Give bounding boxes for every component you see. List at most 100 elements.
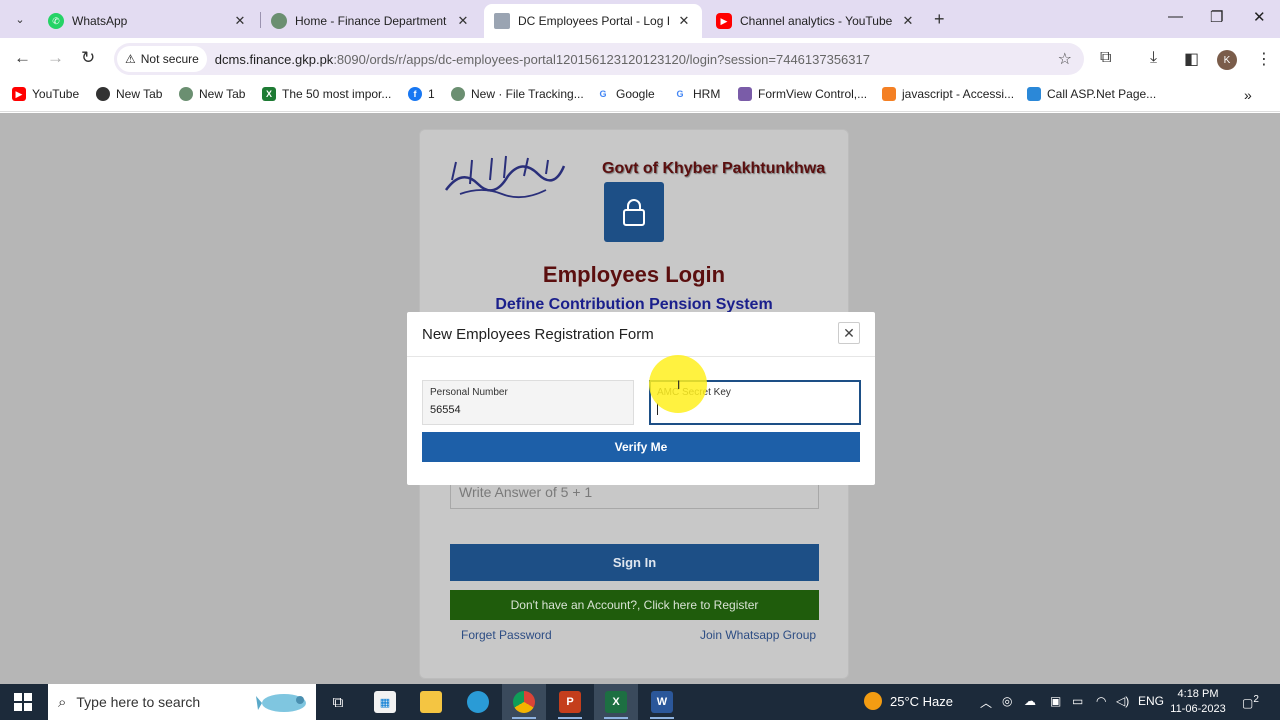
- meet-now-icon[interactable]: ◎: [1002, 694, 1012, 708]
- tab-whatsapp[interactable]: ✆ WhatsApp ✕: [38, 4, 258, 38]
- bookmark-hrm[interactable]: G HRM: [673, 87, 720, 101]
- lock-icon: [604, 182, 664, 242]
- sign-in-button[interactable]: Sign In: [450, 544, 819, 581]
- close-icon[interactable]: ✕: [232, 13, 248, 29]
- forward-arrow-icon[interactable]: →: [47, 48, 64, 68]
- bookmark-star-icon[interactable]: ☆: [1058, 49, 1072, 69]
- register-button[interactable]: Don't have an Account?, Click here to Re…: [450, 590, 819, 620]
- weather-text: 25°C Haze: [890, 693, 954, 709]
- restore-icon[interactable]: ❐: [1210, 8, 1223, 26]
- notification-count: 2: [1253, 694, 1259, 705]
- kp-govt-icon: [451, 87, 465, 101]
- security-chip[interactable]: ⚠ Not secure: [117, 46, 207, 72]
- weather-widget[interactable]: 25°C Haze: [864, 692, 953, 710]
- bookmark-label: FormView Control,...: [758, 87, 868, 101]
- facebook-icon: f: [408, 87, 422, 101]
- kp-govt-icon: [271, 13, 287, 29]
- bookmark-facebook[interactable]: f 1: [408, 87, 435, 101]
- bookmarks-bar: ▶ YouTube New Tab New Tab X The 50 most …: [0, 80, 1280, 112]
- bookmark-label: YouTube: [32, 87, 80, 101]
- warning-icon: ⚠: [125, 52, 136, 66]
- personal-number-label: Personal Number: [430, 387, 508, 398]
- side-panel-icon[interactable]: ◧: [1184, 49, 1199, 69]
- edge-icon[interactable]: [456, 684, 500, 720]
- language-indicator[interactable]: ENG: [1138, 694, 1164, 708]
- bookmark-label: 1: [428, 87, 435, 101]
- address-bar[interactable]: ⚠ Not secure dcms.finance.gkp.pk:8090/or…: [114, 43, 1084, 75]
- join-whatsapp-link[interactable]: Join Whatsapp Group: [700, 628, 816, 642]
- windows-start-icon[interactable]: [14, 693, 32, 711]
- app-tray-icon[interactable]: ▣: [1050, 694, 1061, 708]
- bookmarks-overflow-chevron-icon[interactable]: »: [1244, 87, 1252, 103]
- battery-icon[interactable]: ▭: [1072, 694, 1083, 708]
- bookmark-formview[interactable]: FormView Control,...: [738, 87, 867, 101]
- close-icon[interactable]: ✕: [455, 13, 471, 29]
- verify-me-button[interactable]: Verify Me: [422, 432, 860, 462]
- aspnet-icon: [1027, 87, 1041, 101]
- profile-avatar[interactable]: K: [1217, 50, 1237, 70]
- bookmark-label: New · File Tracking...: [471, 87, 584, 101]
- tab-dc-employees-portal[interactable]: DC Employees Portal - Log In ✕: [484, 4, 702, 38]
- bookmark-youtube[interactable]: ▶ YouTube: [12, 87, 79, 101]
- close-icon[interactable]: ✕: [838, 322, 860, 344]
- close-icon[interactable]: ✕: [676, 13, 692, 29]
- clock-date: 11-06-2023: [1170, 703, 1226, 715]
- page-icon: [494, 13, 510, 29]
- globe-icon: [96, 87, 110, 101]
- search-highlight-art-icon: [256, 694, 306, 712]
- bookmark-new-tab[interactable]: New Tab: [96, 87, 162, 101]
- clock-time: 4:18 PM: [1177, 688, 1219, 700]
- back-arrow-icon[interactable]: ←: [14, 48, 31, 68]
- tray-chevron-up-icon[interactable]: ︿: [980, 694, 992, 711]
- personal-number-field[interactable]: Personal Number 56554: [422, 380, 634, 425]
- page-title: Employees Login: [542, 262, 726, 287]
- bookmark-new-tab-2[interactable]: New Tab: [179, 87, 245, 101]
- forget-password-link[interactable]: Forget Password: [461, 628, 552, 642]
- close-icon[interactable]: ✕: [900, 13, 916, 29]
- browser-toolbar: ← → ↻ ⚠ Not secure dcms.finance.gkp.pk:8…: [0, 38, 1280, 80]
- new-tab-plus-icon[interactable]: +: [934, 9, 945, 30]
- bookmark-file-tracking[interactable]: New · File Tracking...: [451, 87, 584, 101]
- kp-govt-icon: [179, 87, 193, 101]
- govt-title: Govt of Khyber Pakhtunkhwa: [602, 160, 826, 177]
- bookmark-the-50-most[interactable]: X The 50 most impor...: [262, 87, 391, 101]
- taskbar-search-input[interactable]: ⌕ Type here to search: [48, 684, 316, 720]
- bookmark-label: Google: [616, 87, 655, 101]
- personal-number-value[interactable]: 56554: [430, 404, 626, 416]
- excel-icon[interactable]: X: [594, 684, 638, 720]
- bookmark-call-aspnet[interactable]: Call ASP.Net Page...: [1027, 87, 1156, 101]
- tab-search-chevron-icon[interactable]: ⌄: [8, 7, 32, 31]
- volume-icon[interactable]: ◁): [1116, 694, 1129, 708]
- notifications-icon[interactable]: ▢2: [1242, 694, 1259, 710]
- url-text[interactable]: dcms.finance.gkp.pk:8090/ords/r/apps/dc-…: [215, 52, 870, 67]
- formview-icon: [738, 87, 752, 101]
- word-icon[interactable]: W: [640, 684, 684, 720]
- extensions-icon[interactable]: ⧉: [1100, 49, 1111, 67]
- chrome-icon[interactable]: [502, 684, 546, 720]
- bookmark-google[interactable]: G Google: [596, 87, 655, 101]
- youtube-icon: ▶: [12, 87, 26, 101]
- x-icon: X: [262, 87, 276, 101]
- powerpoint-icon[interactable]: P: [548, 684, 592, 720]
- tab-channel-analytics[interactable]: ▶ Channel analytics - YouTube St ✕: [706, 4, 926, 38]
- task-view-icon[interactable]: ⧉: [316, 684, 360, 720]
- microsoft-store-icon[interactable]: ▦: [363, 684, 407, 720]
- google-icon: G: [673, 87, 687, 101]
- menu-kebab-icon[interactable]: ⋮: [1256, 49, 1272, 69]
- whatsapp-icon: ✆: [48, 13, 64, 29]
- bookmark-label: New Tab: [116, 87, 163, 101]
- text-cursor-icon: I: [677, 378, 681, 392]
- bookmark-javascript[interactable]: javascript - Accessi...: [882, 87, 1014, 101]
- wifi-icon[interactable]: ◠: [1096, 694, 1106, 708]
- onedrive-icon[interactable]: ☁: [1024, 694, 1036, 708]
- tab-finance-department[interactable]: Home - Finance Department G ✕: [261, 4, 481, 38]
- download-icon[interactable]: ⤓: [1150, 49, 1157, 67]
- minimize-icon[interactable]: —: [1168, 8, 1183, 25]
- reload-icon[interactable]: ↻: [81, 48, 95, 68]
- file-explorer-icon[interactable]: [409, 684, 453, 720]
- stackoverflow-icon: [882, 87, 896, 101]
- bookmark-label: The 50 most impor...: [282, 87, 392, 101]
- system-clock[interactable]: 4:18 PM 11-06-2023: [1168, 687, 1228, 717]
- close-window-icon[interactable]: ✕: [1253, 8, 1266, 26]
- url-host: dcms.finance.gkp.pk: [214, 51, 334, 67]
